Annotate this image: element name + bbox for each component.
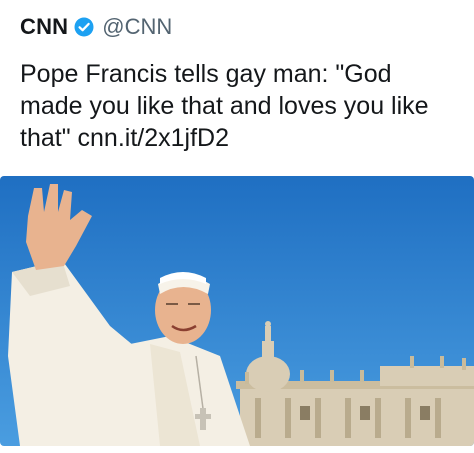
tweet-header: CNN @CNN — [20, 12, 172, 42]
tweet-photo[interactable] — [0, 176, 474, 446]
verified-badge-icon — [74, 17, 94, 37]
tweet-text: Pope Francis tells gay man: "God made yo… — [20, 60, 429, 152]
author-handle[interactable]: @CNN — [102, 14, 172, 40]
author-name[interactable]: CNN — [20, 14, 68, 40]
tweet-card: CNN @CNN Pope Francis tells gay man: "Go… — [0, 0, 474, 453]
